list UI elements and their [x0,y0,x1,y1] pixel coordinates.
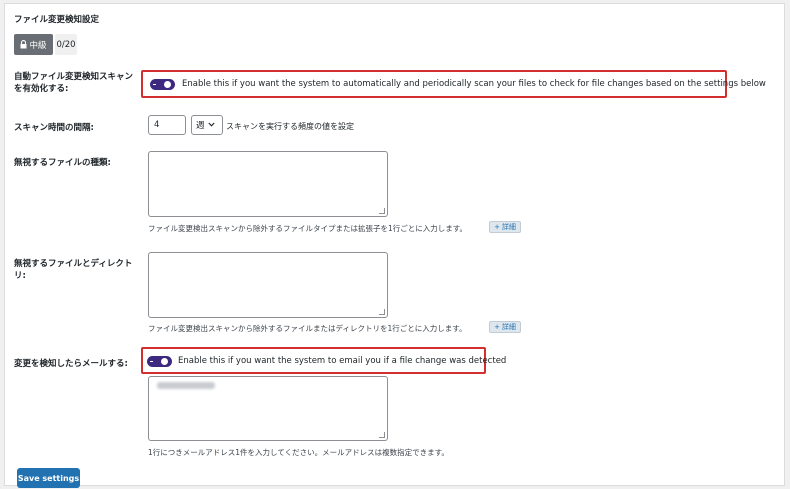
email-notify-toggle-text: Enable this if you want the system to em… [178,356,507,366]
ignore-files-help: ファイル変更検出スキャンから除外するファイルまたはディレクトリを1行ごとに入力し… [148,324,467,333]
auto-scan-toggle[interactable] [150,79,175,90]
auto-scan-label: 自動ファイル変更検知スキャン を有効化する: [14,72,134,94]
email-notify-help: 1行につきメールアドレス1件を入力してください。メールアドレスは複数指定できます… [148,448,449,457]
ignore-types-help: ファイル変更検出スキャンから除外するファイルタイプまたは拡張子を1行ごとに入力し… [148,224,468,233]
auto-scan-toggle-text: Enable this if you want the system to au… [182,79,766,89]
plus-icon: + [494,323,500,331]
level-label: 中級 [29,40,47,51]
scan-interval-label: スキャン時間の間隔: [14,123,94,133]
redacted-email [157,382,215,389]
email-notify-toggle[interactable] [147,356,172,367]
ignore-types-textarea[interactable] [148,151,388,217]
scan-interval-unit-select[interactable]: 週 [191,115,223,135]
ignore-files-textarea[interactable] [148,252,388,318]
ignore-types-detail-button[interactable]: + 詳細 [489,221,521,233]
ignore-files-detail-button[interactable]: + 詳細 [489,321,521,333]
email-notify-label: 変更を検知したらメールする: [14,359,128,369]
save-settings-button[interactable]: Save settings [17,468,80,488]
scan-interval-help: スキャンを実行する頻度の値を設定 [226,122,354,131]
section-title: ファイル変更検知設定 [14,15,100,25]
level-badge: 中級 [14,34,53,55]
level-count: 0/20 [55,34,77,55]
plus-icon: + [494,223,500,231]
settings-panel: ファイル変更検知設定 中級 0/20 自動ファイル変更検知スキャン を有効化する… [4,3,785,488]
lock-icon [20,40,27,49]
scan-interval-input[interactable]: 4 [148,115,186,135]
ignore-files-label: 無視するファイルとディレクト リ: [14,259,133,281]
chevron-down-icon [207,120,215,130]
ignore-types-label: 無視するファイルの種類: [14,158,111,168]
